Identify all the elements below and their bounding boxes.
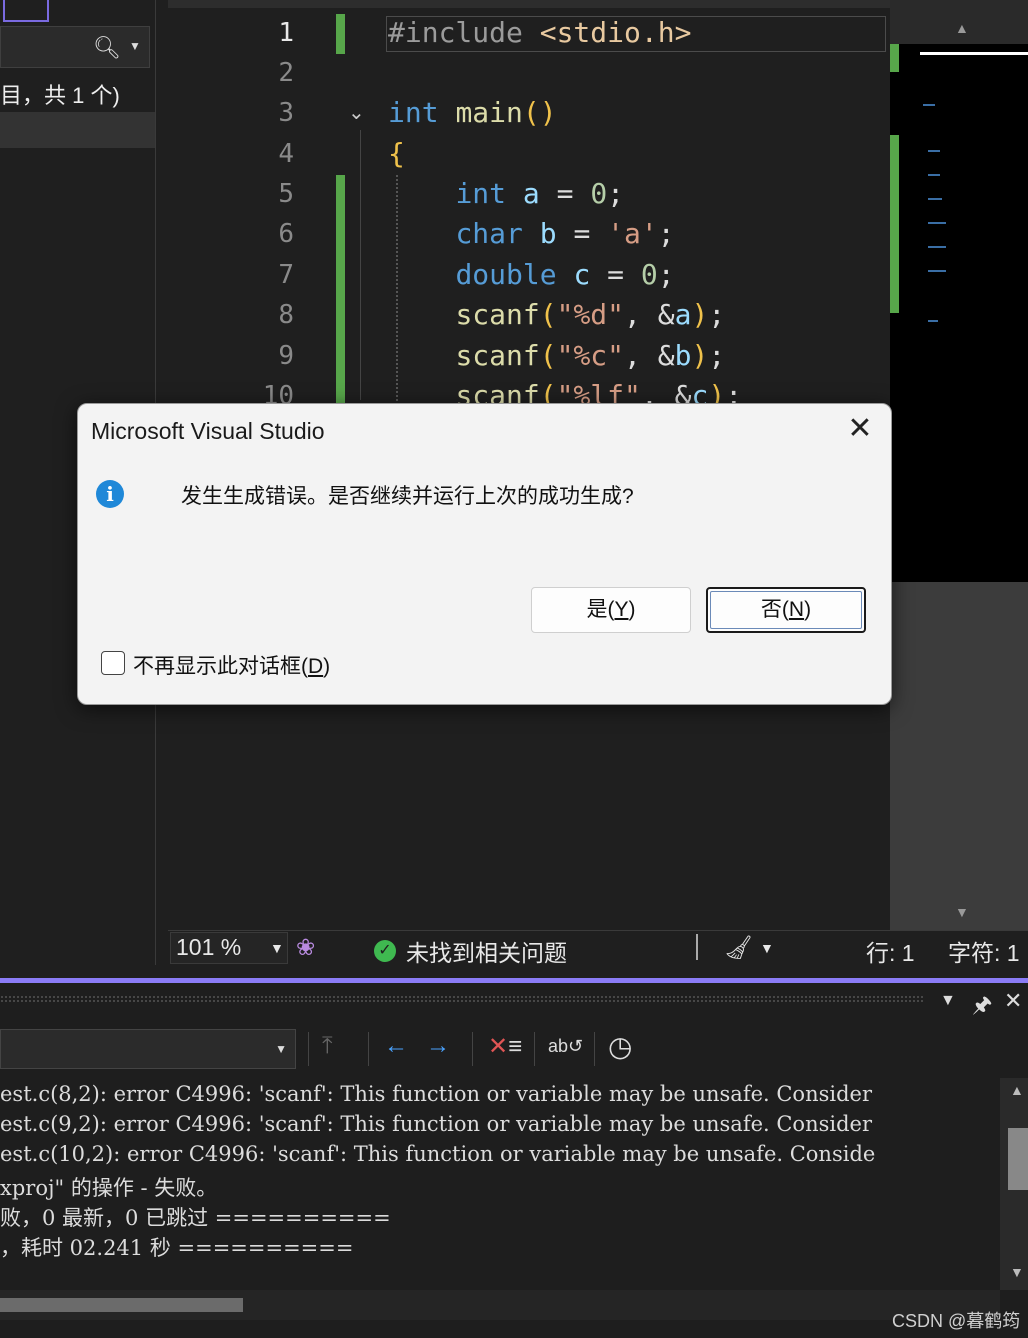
code-line[interactable]: double c = 0; bbox=[388, 258, 674, 291]
fold-chevron-icon[interactable]: ⌄ bbox=[348, 100, 365, 125]
minimap-line bbox=[928, 270, 946, 272]
active-panel-accent bbox=[0, 978, 1028, 983]
code-line[interactable]: int main() bbox=[388, 96, 557, 129]
panel-options-icon[interactable]: ▼ bbox=[940, 992, 956, 1010]
chevron-down-icon[interactable]: ▼ bbox=[129, 39, 141, 53]
close-icon[interactable]: ✕ bbox=[1004, 988, 1022, 1014]
clear-all-icon[interactable]: ✕≡ bbox=[488, 1032, 522, 1061]
search-icon[interactable]: 🔍︎ bbox=[93, 35, 121, 61]
scroll-down-icon[interactable]: ▼ bbox=[955, 904, 969, 920]
toolbar-separator bbox=[472, 1032, 473, 1066]
minimap-change-bar bbox=[890, 135, 899, 313]
dialog-message: 发生生成错误。是否继续并运行上次的成功生成? bbox=[181, 485, 634, 508]
git-change-bar bbox=[336, 14, 345, 54]
toolbar-separator bbox=[308, 1032, 309, 1066]
code-line[interactable]: char b = 'a'; bbox=[388, 217, 674, 250]
line-number: 8 bbox=[278, 300, 294, 330]
output-line: ，耗时 02.241 秒 ========== bbox=[0, 1236, 354, 1260]
toolbar-separator bbox=[534, 1032, 535, 1066]
issues-status[interactable]: 未找到相关问题 bbox=[406, 934, 567, 968]
minimap-viewport-line bbox=[920, 52, 1028, 55]
scroll-down-icon[interactable]: ▼ bbox=[1010, 1264, 1024, 1280]
code-line[interactable]: { bbox=[388, 137, 405, 170]
line-number: 3 bbox=[278, 98, 294, 128]
minimap-line bbox=[928, 198, 942, 200]
output-line: est.c(9,2): error C4996: 'scanf': This f… bbox=[0, 1112, 873, 1136]
dont-show-label[interactable]: 不再显示此对话框(D) bbox=[133, 650, 330, 680]
code-cleanup-icon[interactable]: 🧹︎ bbox=[724, 934, 753, 961]
toolbar-separator bbox=[594, 1032, 595, 1066]
minimap-line bbox=[928, 222, 946, 224]
minimap[interactable] bbox=[890, 44, 1028, 582]
no-button[interactable]: 否(N) bbox=[706, 587, 866, 633]
minimap-line bbox=[923, 104, 935, 106]
line-number: 6 bbox=[278, 219, 294, 249]
output-source-select[interactable]: ▼ bbox=[0, 1029, 296, 1069]
dont-show-checkbox[interactable] bbox=[101, 651, 125, 675]
line-number: 1 bbox=[278, 18, 294, 48]
output-line: est.c(8,2): error C4996: 'scanf': This f… bbox=[0, 1082, 873, 1106]
info-icon: i bbox=[96, 480, 124, 508]
chevron-down-icon[interactable]: ▼ bbox=[275, 1042, 287, 1056]
previous-message-icon[interactable]: ← bbox=[384, 1032, 408, 1060]
code-line[interactable]: int a = 0; bbox=[388, 177, 624, 210]
zoom-level: 101 % bbox=[176, 934, 242, 960]
code-line[interactable]: scanf("%c", &b); bbox=[388, 339, 725, 372]
line-number: 4 bbox=[278, 139, 294, 169]
fold-line bbox=[360, 130, 361, 400]
next-message-icon[interactable]: → bbox=[426, 1032, 450, 1060]
pin-icon[interactable]: 🖈︎ bbox=[972, 988, 992, 1026]
close-icon[interactable]: ✕ bbox=[843, 412, 877, 446]
git-change-bar bbox=[336, 175, 345, 405]
solution-search-box[interactable]: 🔍︎ ▼ bbox=[0, 26, 150, 68]
intellicode-icon[interactable]: ❀ bbox=[296, 934, 315, 961]
scroll-up-icon[interactable]: ▲ bbox=[955, 20, 969, 36]
cursor-column: 字符: 1 bbox=[948, 940, 1020, 966]
output-line: est.c(10,2): error C4996: 'scanf': This … bbox=[0, 1142, 876, 1166]
chevron-down-icon[interactable]: ▼ bbox=[760, 940, 774, 956]
solution-item-count: 目，共 1 个) bbox=[0, 83, 120, 108]
scrollbar-thumb[interactable] bbox=[0, 1298, 243, 1312]
yes-button[interactable]: 是(Y) bbox=[531, 587, 691, 633]
scroll-up-icon[interactable]: ▲ bbox=[1010, 1082, 1024, 1098]
toolbar-separator bbox=[368, 1032, 369, 1066]
status-divider bbox=[696, 934, 698, 960]
cursor-line: 行: 1 bbox=[866, 940, 915, 966]
message-dialog: Microsoft Visual Studio ✕ i 发生生成错误。是否继续并… bbox=[77, 403, 892, 705]
toolbar-icon[interactable] bbox=[3, 0, 49, 22]
minimap-change-bar bbox=[890, 44, 899, 72]
minimap-line bbox=[928, 174, 940, 176]
scrollbar-thumb[interactable] bbox=[1008, 1128, 1028, 1190]
line-number: 7 bbox=[278, 260, 294, 290]
line-number: 2 bbox=[278, 58, 294, 88]
code-line[interactable]: scanf("%d", &a); bbox=[388, 298, 725, 331]
word-wrap-icon[interactable]: ab↺ bbox=[548, 1036, 583, 1057]
code-line[interactable]: #include <stdio.h> bbox=[388, 16, 691, 49]
minimap-line bbox=[928, 150, 940, 152]
watermark: CSDN @暮鹤筠 bbox=[892, 1311, 1021, 1331]
clock-icon[interactable]: ◷ bbox=[608, 1030, 632, 1063]
minimap-line bbox=[928, 320, 938, 322]
minimap-line bbox=[928, 246, 946, 248]
line-number: 9 bbox=[278, 341, 294, 371]
line-number: 5 bbox=[278, 179, 294, 209]
editor-tab-strip bbox=[168, 0, 890, 8]
selected-tree-item[interactable] bbox=[0, 112, 155, 148]
output-line: 败，0 最新，0 已跳过 ========== bbox=[0, 1206, 391, 1230]
output-line: xproj" 的操作 - 失败。 bbox=[0, 1176, 218, 1200]
chevron-down-icon[interactable]: ▼ bbox=[270, 940, 284, 956]
panel-grip[interactable] bbox=[0, 995, 925, 1003]
find-message-icon[interactable]: ⤒ bbox=[322, 1032, 333, 1060]
no-issues-icon: ✓ bbox=[374, 934, 396, 962]
dialog-title: Microsoft Visual Studio bbox=[91, 418, 325, 444]
scrollbar-track[interactable] bbox=[890, 582, 1028, 930]
